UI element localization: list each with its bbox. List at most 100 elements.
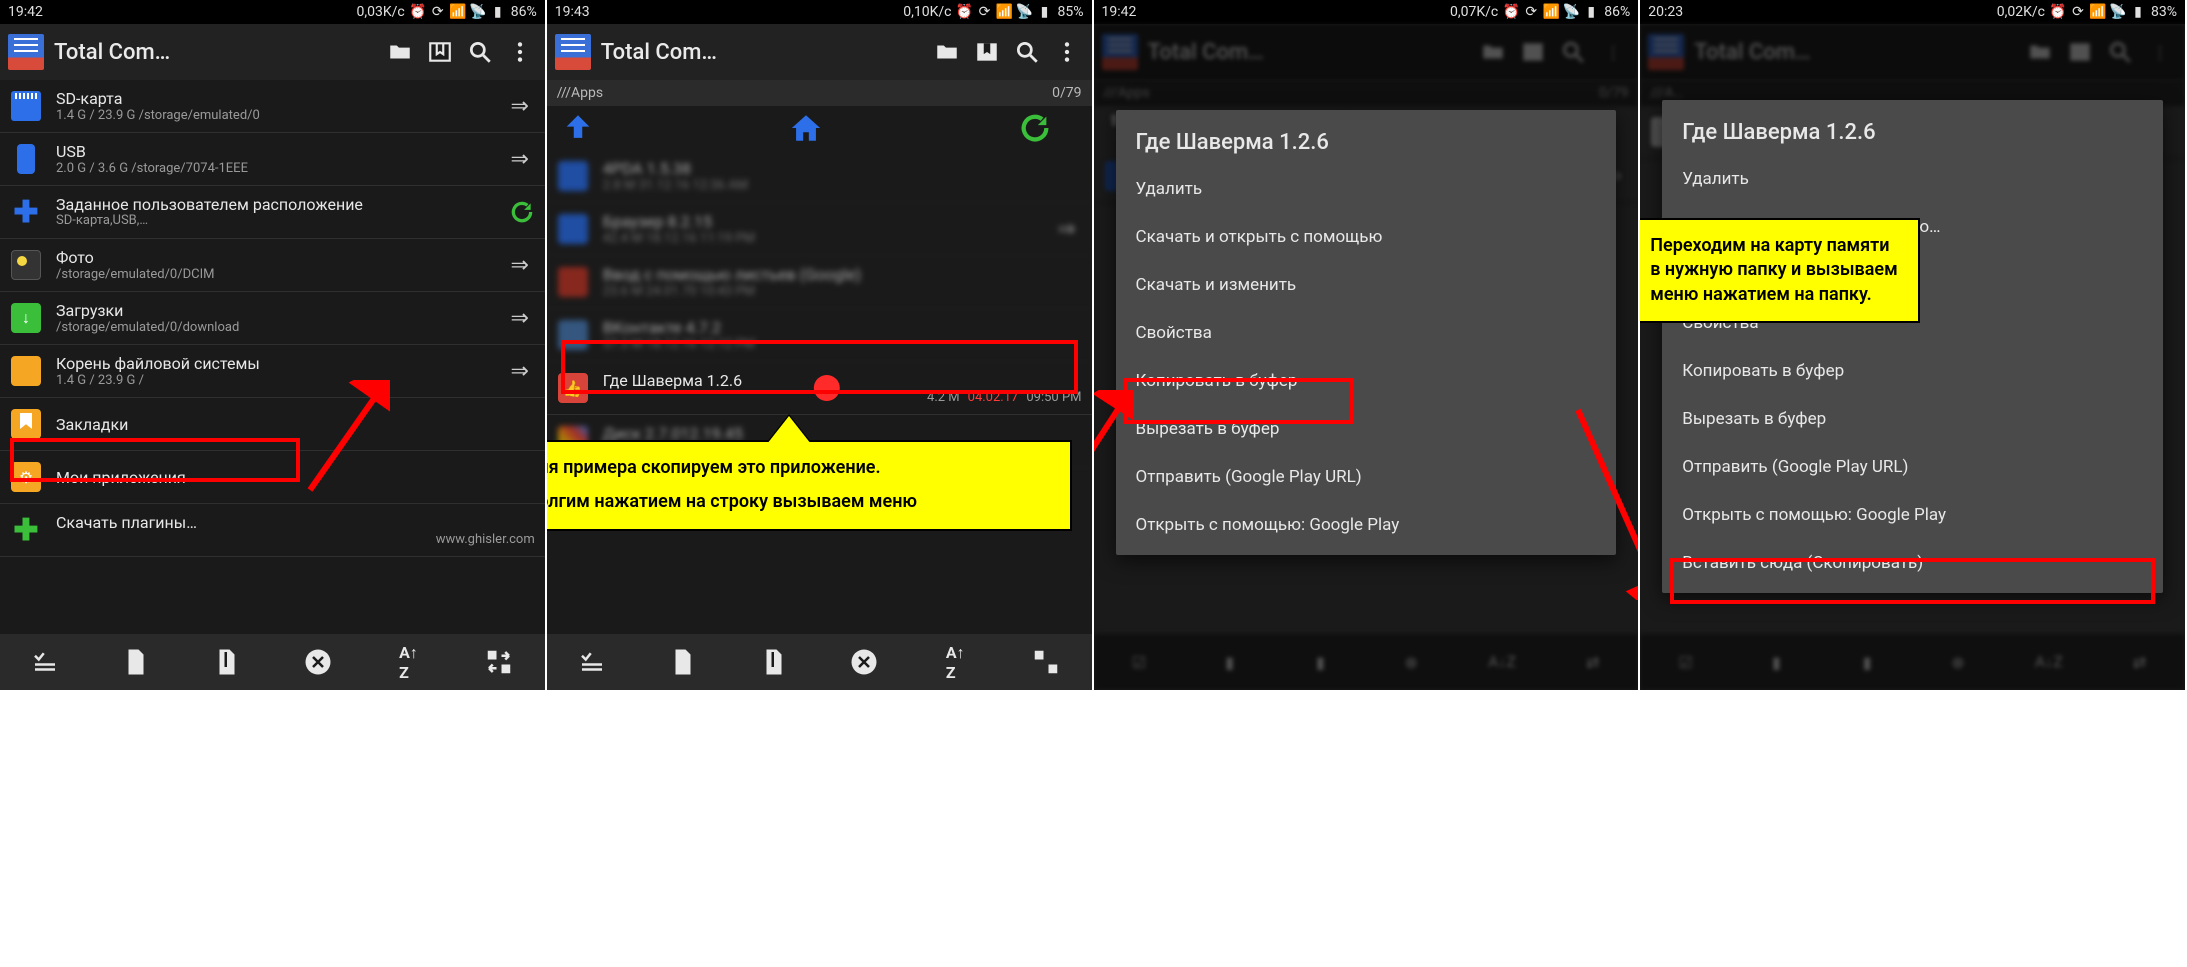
list-item-my-apps[interactable]: ⚙ Мои приложения: [0, 451, 545, 504]
file-icon[interactable]: [668, 647, 698, 677]
list-item[interactable]: Браузер 8.2.1542.4 M 18.12.16 11:19 PM⇒: [547, 203, 1092, 256]
screen-3: 19:42 0,07K/c ⏰ ⟳ 📶 📡 ▮ 86% Total Com… ⋮…: [1094, 0, 1641, 690]
folder-icon[interactable]: [934, 39, 960, 65]
app-toolbar: Total Com… ⋮: [1094, 24, 1639, 80]
list-item-target-app[interactable]: 👍 Где Шаверма 1.2.6 4.2 M 04.02.17 09:50…: [547, 362, 1092, 415]
folder-icon: [2027, 39, 2053, 65]
arrow-right-icon[interactable]: ⇒: [505, 306, 535, 331]
sort-az-icon[interactable]: A↑Z: [940, 647, 970, 677]
app-name: Где Шаверма 1.2.6: [603, 371, 1082, 390]
sort-az-icon[interactable]: A↑Z: [394, 647, 424, 677]
refresh-icon[interactable]: [1018, 111, 1052, 145]
search-icon[interactable]: [467, 39, 493, 65]
app-icon: 👍: [558, 373, 588, 403]
menu-item-delete[interactable]: Удалить: [1662, 155, 2163, 203]
arrow-right-icon[interactable]: ⇒: [505, 359, 535, 384]
list-item[interactable]: ВКонтакте 4.7.237.3 M 18.12.16 12:12 PM: [547, 309, 1092, 362]
touch-indicator: [814, 375, 840, 401]
arrow-right-icon[interactable]: ⇒: [505, 253, 535, 278]
app-title: Total Com…: [54, 40, 387, 65]
menu-item-download-edit[interactable]: Скачать и изменить: [1116, 261, 1617, 309]
menu-item-send-url[interactable]: Отправить (Google Play URL): [1116, 453, 1617, 501]
path-count: 0/79: [1052, 85, 1081, 101]
list-item-plugins[interactable]: ✚ Скачать плагины…www.ghisler.com: [0, 504, 545, 557]
status-bar: 20:23 0,02K/c ⏰ ⟳ 📶 📡 ▮ 83%: [1640, 0, 2185, 24]
arrow-right-icon[interactable]: ⇒: [505, 94, 535, 119]
up-icon[interactable]: [561, 111, 595, 145]
plus-icon: ✚: [13, 195, 38, 230]
folder-icon: [11, 356, 41, 386]
search-icon[interactable]: [1014, 39, 1040, 65]
usb-icon: [17, 144, 35, 174]
alarm-icon: ⏰: [411, 5, 425, 19]
kebab-menu-icon[interactable]: [507, 39, 533, 65]
search-icon: [1560, 39, 1586, 65]
kebab-menu-icon[interactable]: [1054, 39, 1080, 65]
bottom-toolbar: A↑Z: [547, 634, 1092, 690]
photo-icon: [11, 250, 41, 280]
item-title: SD-карта: [56, 89, 505, 108]
screen-4: 20:23 0,02K/c ⏰ ⟳ 📶 📡 ▮ 83% Total Com… ⋮…: [1640, 0, 2187, 690]
app-logo-icon: [555, 34, 591, 70]
menu-item-open-gplay[interactable]: Открыть с помощью: Google Play: [1116, 501, 1617, 549]
close-circle-icon[interactable]: [849, 647, 879, 677]
menu-item-copy-buffer[interactable]: Копировать в буфер: [1116, 357, 1617, 405]
file-icon: ▮: [1215, 647, 1245, 677]
arrow-right-icon[interactable]: ⇒: [505, 147, 535, 172]
menu-item-paste-here[interactable]: Вставить сюда (Скопировать): [1662, 539, 2163, 587]
swap-icon[interactable]: [1031, 647, 1061, 677]
sync-icon: ⟳: [431, 5, 445, 19]
select-icon[interactable]: [30, 647, 60, 677]
screen-2: 19:43 0,10K/c ⏰ ⟳ 📶 📡 ▮ 85% Total Com… /…: [547, 0, 1094, 690]
bookmark-folder-icon: [1520, 39, 1546, 65]
list-item-bookmarks[interactable]: Закладки: [0, 398, 545, 451]
battery-icon: ▮: [1584, 5, 1598, 19]
bookmark-folder-icon[interactable]: [974, 39, 1000, 65]
wifi-icon: 📡: [471, 5, 485, 19]
zip-icon[interactable]: [759, 647, 789, 677]
folder-icon[interactable]: [387, 39, 413, 65]
zip-icon[interactable]: [212, 647, 242, 677]
menu-item-cut-buffer[interactable]: Вырезать в буфер: [1116, 405, 1617, 453]
refresh-icon[interactable]: [509, 199, 535, 225]
menu-item-cut-buffer[interactable]: Вырезать в буфер: [1662, 395, 2163, 443]
path-bar[interactable]: ///Apps 0/79: [547, 80, 1092, 106]
battery-icon: ▮: [2131, 5, 2145, 19]
bottom-toolbar: ☑ ▮ ▮ ⊗ A↓Z ⇄: [1640, 634, 2185, 690]
menu-item-copy-buffer[interactable]: Копировать в буфер: [1662, 347, 2163, 395]
item-sub: 1.4 G / 23.9 G /storage/emulated/0: [56, 108, 505, 123]
status-battery: 86%: [511, 4, 537, 20]
list-item-photos[interactable]: Фото/storage/emulated/0/DCIM ⇒: [0, 239, 545, 292]
list-item[interactable]: Ввод с помощью листьев (Google)23.6 M 24…: [547, 256, 1092, 309]
bookmark-folder-icon: [2067, 39, 2093, 65]
select-icon: ☑: [1671, 647, 1701, 677]
home-icon[interactable]: [789, 111, 823, 145]
menu-item-properties[interactable]: Свойства: [1116, 309, 1617, 357]
menu-item-delete[interactable]: Удалить: [1116, 165, 1617, 213]
swap-icon[interactable]: [484, 647, 514, 677]
storage-list: SD-карта1.4 G / 23.9 G /storage/emulated…: [0, 80, 545, 634]
bookmark-folder-icon[interactable]: [427, 39, 453, 65]
menu-item-send-url[interactable]: Отправить (Google Play URL): [1662, 443, 2163, 491]
file-icon: ▮: [1761, 647, 1791, 677]
app-toolbar: Total Com…: [547, 24, 1092, 80]
list-item-downloads[interactable]: ↓ Загрузки/storage/emulated/0/download ⇒: [0, 292, 545, 345]
list-item-sdcard[interactable]: SD-карта1.4 G / 23.9 G /storage/emulated…: [0, 80, 545, 133]
menu-item-open-gplay[interactable]: Открыть с помощью: Google Play: [1662, 491, 2163, 539]
list-item-usb[interactable]: USB2.0 G / 3.6 G /storage/7074-1EEE ⇒: [0, 133, 545, 186]
list-item-root[interactable]: Корень файловой системы1.4 G / 23.9 G / …: [0, 345, 545, 398]
apps-list: 4PDA 1.5.382.8 M 31.12.16 12:36 AM Брауз…: [547, 106, 1092, 634]
file-icon[interactable]: [121, 647, 151, 677]
menu-item-download-open[interactable]: Скачать и открыть с помощью: [1116, 213, 1617, 261]
wifi-icon: 📡: [1018, 5, 1032, 19]
list-item-custom-location[interactable]: ✚ Заданное пользователем расположениеSD-…: [0, 186, 545, 239]
search-icon: [2107, 39, 2133, 65]
bottom-toolbar: ☑ ▮ ▮ ⊗ A↓Z ⇄: [1094, 634, 1639, 690]
kebab-menu-icon: ⋮: [1600, 39, 1626, 65]
nav-row: [547, 106, 1092, 150]
list-item[interactable]: 4PDA 1.5.382.8 M 31.12.16 12:36 AM: [547, 150, 1092, 203]
close-circle-icon[interactable]: [303, 647, 333, 677]
alarm-icon: ⏰: [1504, 5, 1518, 19]
signal-icon: 📶: [998, 5, 1012, 19]
select-icon[interactable]: [577, 647, 607, 677]
